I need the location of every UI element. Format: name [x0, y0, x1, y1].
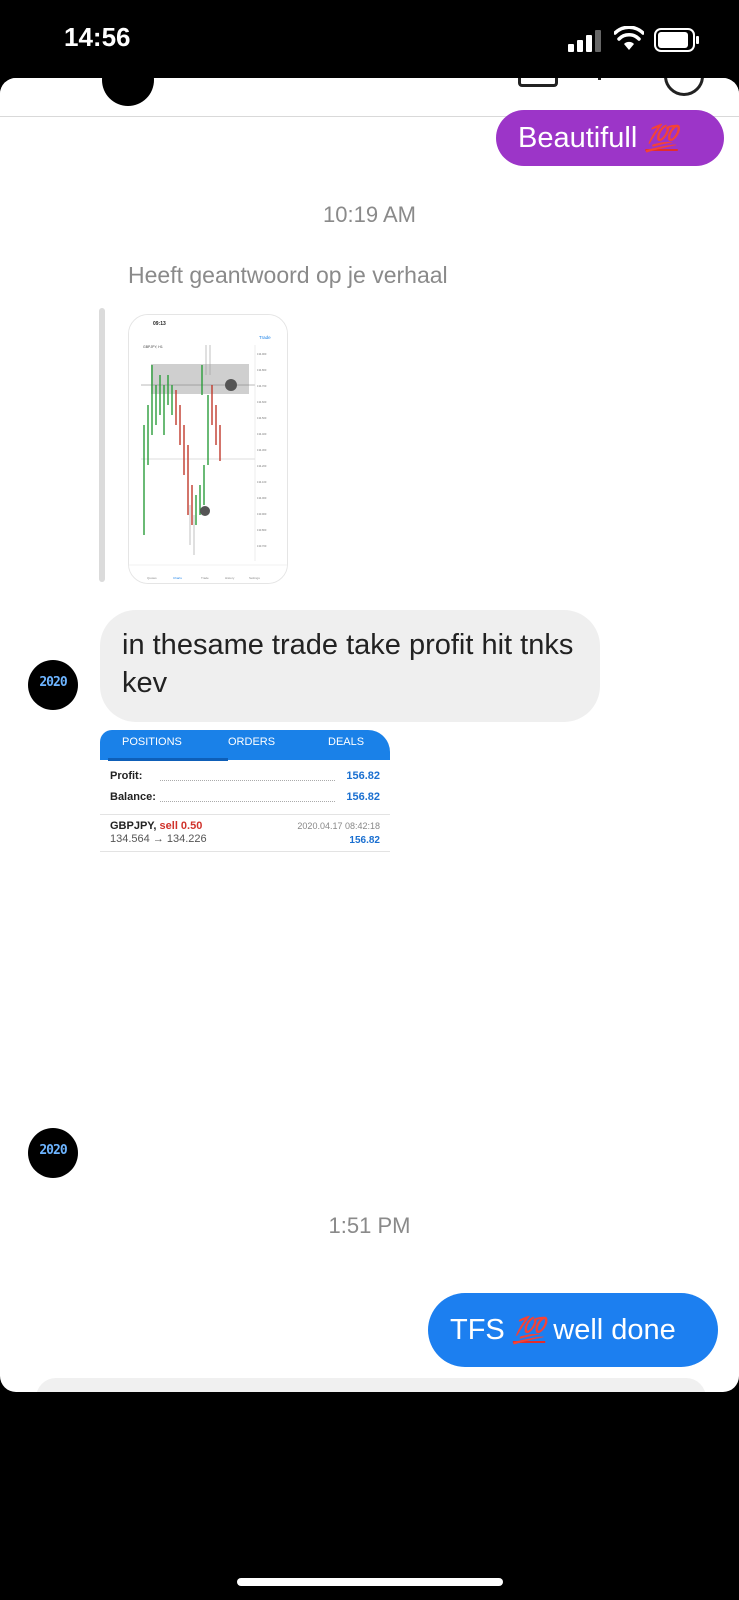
sent-message-bubble[interactable]: Beautifull 💯 — [496, 110, 724, 166]
tab-positions: POSITIONS — [122, 736, 182, 748]
story-chart-trade: Trade — [259, 335, 271, 340]
message-timestamp: 1:51 PM — [328, 1213, 411, 1238]
balance-dots — [160, 801, 335, 802]
svg-text:134.300: 134.300 — [257, 448, 267, 452]
message-text: TFS 💯 well done — [450, 1311, 676, 1349]
svg-text:134.100: 134.100 — [257, 480, 267, 484]
trade-side: sell 0.50 — [159, 820, 203, 832]
home-indicator[interactable] — [237, 1578, 503, 1586]
trade-position-header: GBPJPY, sell 0.50 — [110, 820, 202, 832]
rocket-icon — [225, 379, 237, 391]
message-text-prefix: TFS — [450, 1314, 505, 1346]
profit-label: Profit: — [110, 770, 143, 782]
trade-symbol: GBPJPY, — [110, 820, 157, 832]
svg-text:134.800: 134.800 — [257, 368, 267, 372]
trade-tabs: POSITIONS ORDERS DEALS — [100, 730, 390, 761]
svg-text:134.200: 134.200 — [257, 464, 267, 468]
story-chart-graphic: 09:13 Trade GBPJPY, H1 134.900134.800 13… — [129, 315, 287, 583]
svg-text:134.400: 134.400 — [257, 432, 267, 436]
profit-dots — [160, 780, 335, 781]
sent-message-bubble[interactable]: TFS 💯 well done — [428, 1293, 718, 1367]
video-call-icon[interactable] — [518, 78, 558, 87]
hundred-points-emoji: 💯 — [512, 1315, 546, 1345]
message-composer[interactable] — [36, 1378, 706, 1392]
balance-value: 156.82 — [346, 791, 380, 803]
message-text-main: Beautifull — [518, 122, 638, 154]
trade-datetime: 2020.04.17 08:42:18 — [297, 821, 380, 831]
story-nav-settings: Settings — [249, 576, 260, 580]
balance-label: Balance: — [110, 791, 156, 803]
story-nav-quotes: Quotes — [147, 576, 157, 580]
avatar-label: 2020 — [39, 1143, 67, 1158]
status-time: 14:56 — [64, 22, 131, 52]
avatar-label: 2020 — [39, 675, 67, 690]
svg-text:133.800: 133.800 — [257, 528, 267, 532]
story-chart-symbol: GBPJPY, H1 — [143, 345, 163, 349]
message-text-suffix: well done — [553, 1314, 676, 1346]
trade-separator — [100, 814, 390, 815]
sender-avatar[interactable]: 2020 — [28, 660, 78, 710]
trade-bottom-separator — [100, 851, 390, 852]
tab-orders: ORDERS — [228, 736, 276, 748]
svg-text:134.600: 134.600 — [257, 400, 267, 404]
profit-value: 156.82 — [346, 770, 380, 782]
message-text: Beautifull 💯 — [518, 119, 678, 157]
status-bar: 14:56 — [0, 0, 739, 80]
trade-prices: 134.564 → 134.226 — [110, 833, 207, 845]
chat-screen: Beautifull 💯 10:19 AM Heeft geantwoord o… — [0, 78, 739, 1392]
story-nav-charts: Charts — [173, 576, 182, 580]
story-chart-image[interactable]: 09:13 Trade GBPJPY, H1 134.900 134.800 1… — [128, 314, 288, 584]
sender-avatar[interactable]: 2020 — [28, 1128, 78, 1178]
battery-icon — [654, 28, 699, 52]
tab-deals: DEALS — [328, 736, 365, 748]
story-reply-label: Heeft geantwoord op je verhaal — [128, 262, 448, 288]
svg-text:133.900: 133.900 — [257, 512, 267, 516]
trade-screenshot-image[interactable]: POSITIONS ORDERS DEALS Profit: 156.82 Ba… — [100, 730, 390, 854]
svg-text:134.500: 134.500 — [257, 416, 267, 420]
tab-active-indicator — [108, 758, 228, 761]
story-reply-bar — [99, 308, 105, 582]
received-message-bubble[interactable]: in thesame trade take profit hit tnks ke… — [100, 610, 600, 722]
message-timestamp: 10:19 AM — [323, 202, 416, 227]
trade-pnl: 156.82 — [349, 835, 380, 846]
svg-text:133.700: 133.700 — [257, 544, 267, 548]
story-chart-time: 09:13 — [153, 321, 166, 327]
info-icon[interactable] — [664, 78, 704, 96]
svg-text:134.000: 134.000 — [257, 496, 267, 500]
header-avatar[interactable] — [102, 78, 154, 106]
story-nav-trade: Trade — [201, 576, 209, 580]
hundred-points-emoji: 💯 — [645, 123, 678, 153]
svg-text:134.700: 134.700 — [257, 384, 267, 388]
rocket-icon — [200, 506, 210, 516]
story-nav-history: History — [225, 576, 235, 580]
cellular-signal-icon — [568, 30, 601, 52]
svg-text:134.900: 134.900 — [257, 352, 267, 356]
wifi-icon — [614, 26, 644, 50]
received-message-text: in thesame trade take profit hit tnks ke… — [122, 629, 574, 699]
phone-call-icon[interactable] — [598, 78, 601, 80]
